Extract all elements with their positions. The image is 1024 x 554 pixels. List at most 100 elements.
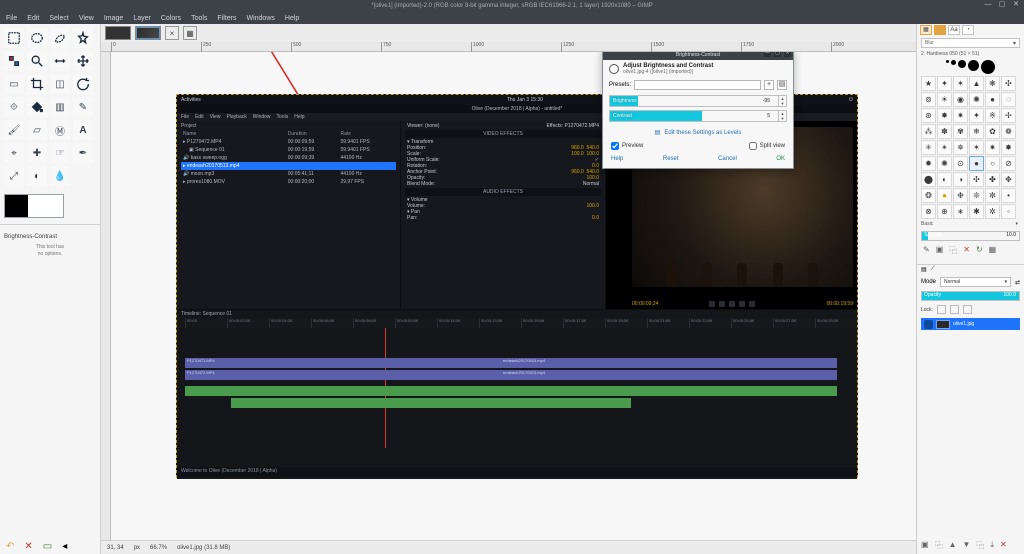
- layers-tab[interactable]: ▤: [921, 266, 927, 274]
- help-button[interactable]: Help: [611, 156, 623, 162]
- images-icon[interactable]: ▭: [43, 541, 52, 552]
- brightness-spinner[interactable]: ▲▼: [778, 96, 786, 106]
- delete-layer-icon[interactable]: ✕: [1000, 540, 1007, 551]
- ellipse-select-tool[interactable]: [27, 28, 47, 48]
- visibility-icon[interactable]: [924, 320, 933, 329]
- menu-tools[interactable]: Tools: [191, 15, 207, 22]
- blur-sharpen-tool[interactable]: 💧: [50, 166, 70, 186]
- lock-pixels-icon[interactable]: [937, 305, 946, 314]
- image-tab-close[interactable]: ×: [165, 26, 179, 40]
- gradient-tool[interactable]: ▥: [50, 97, 70, 117]
- bucket-fill-tool[interactable]: [27, 97, 47, 117]
- opacity-slider[interactable]: Opacity 100.0: [921, 291, 1020, 301]
- fg-bg-colors[interactable]: [4, 194, 64, 218]
- minimize-icon[interactable]: —: [984, 1, 992, 9]
- menu-view[interactable]: View: [79, 15, 94, 22]
- heal-tool[interactable]: ✚: [27, 143, 47, 163]
- patterns-tab[interactable]: [934, 25, 946, 35]
- fonts-tab[interactable]: Aa: [948, 25, 960, 35]
- by-color-tool[interactable]: [4, 51, 24, 71]
- brightness-slider[interactable]: Brightness -95 ▲▼: [609, 95, 787, 107]
- mypaint-brush-tool[interactable]: Ⓜ: [50, 120, 70, 140]
- brush-grid[interactable]: ★✦✶▲❋✣ ⊚☀◉✺●◌ ⊛✸✷✦※✢ ⁂✽✾❄✿❁ ✳✴✵✶✷✸ ✹✺⊙●○…: [917, 76, 1024, 219]
- menu-windows[interactable]: Windows: [246, 15, 274, 22]
- raise-layer-icon[interactable]: ▲: [949, 540, 957, 551]
- presets-manage-button[interactable]: ▤: [777, 80, 787, 90]
- new-layer-icon[interactable]: ▣: [921, 540, 929, 551]
- brush-size-presets[interactable]: [917, 58, 1024, 76]
- reset-button[interactable]: Reset: [663, 156, 679, 162]
- unified-transform-tool[interactable]: ◫: [50, 74, 70, 94]
- status-unit[interactable]: px: [134, 545, 140, 551]
- eraser-tool[interactable]: ▱: [27, 120, 47, 140]
- merge-layer-icon[interactable]: ⤓: [990, 540, 994, 551]
- new-brush-icon[interactable]: ▣: [936, 245, 944, 256]
- preview-checkbox[interactable]: Preview: [611, 142, 643, 150]
- close-icon[interactable]: ✕: [1012, 1, 1020, 9]
- refresh-brush-icon[interactable]: ↻: [976, 245, 983, 256]
- menu-file[interactable]: File: [6, 15, 17, 22]
- menu-layer[interactable]: Layer: [133, 15, 151, 22]
- cancel-button[interactable]: Cancel: [718, 156, 737, 162]
- spacing-slider[interactable]: Spacing 10.0: [921, 231, 1020, 241]
- rotate-tool[interactable]: [73, 74, 93, 94]
- split-view-checkbox[interactable]: Split view: [749, 142, 785, 150]
- menu-colors[interactable]: Colors: [161, 15, 181, 22]
- rect-select-tool[interactable]: [4, 28, 24, 48]
- crop-tool[interactable]: [27, 74, 47, 94]
- image-tab-2[interactable]: [135, 26, 161, 40]
- canvas[interactable]: Activities Thu Jan 3 15:30 ⏻ Olive (Dece…: [111, 52, 916, 540]
- contrast-spinner[interactable]: ▲▼: [778, 111, 786, 121]
- duplicate-layer-icon[interactable]: ⿻: [976, 540, 984, 551]
- warp-tool[interactable]: ⟐: [4, 97, 24, 117]
- presets-dropdown[interactable]: [634, 80, 761, 90]
- brush-filter-dropdown[interactable]: Blur: [921, 38, 1020, 48]
- edit-as-levels-link[interactable]: ▤ Edit these Settings as Levels: [603, 125, 793, 140]
- brushes-tab[interactable]: ▦: [920, 25, 932, 35]
- lock-position-icon[interactable]: [950, 305, 959, 314]
- dialog-minimize-icon[interactable]: —: [764, 52, 771, 57]
- mode-toggle-icon[interactable]: ⇄: [1015, 279, 1020, 286]
- dialog-maximize-icon[interactable]: ▢: [774, 52, 781, 57]
- image-tab-1[interactable]: [105, 26, 131, 40]
- undo-history-icon[interactable]: ↶: [6, 541, 14, 552]
- text-tool[interactable]: A: [73, 120, 93, 140]
- image-tab-menu[interactable]: ▦: [183, 26, 197, 40]
- dialog-close-icon[interactable]: ✕: [784, 52, 791, 57]
- zoom-tool[interactable]: [27, 51, 47, 71]
- move-tool[interactable]: [73, 51, 93, 71]
- duplicate-brush-icon[interactable]: ⿻: [949, 245, 957, 256]
- paintbrush-tool[interactable]: 🖌: [4, 120, 24, 140]
- contrast-slider[interactable]: Contrast 5 ▲▼: [609, 110, 787, 122]
- pencil-tool[interactable]: ✎: [73, 97, 93, 117]
- paths-tab[interactable]: ⟋: [931, 266, 935, 274]
- presets-add-button[interactable]: +: [764, 80, 774, 90]
- measure-tool[interactable]: [50, 51, 70, 71]
- history-tab[interactable]: ◔: [962, 25, 974, 35]
- maximize-icon[interactable]: ▢: [998, 1, 1006, 9]
- clone-tool[interactable]: ⌖: [4, 143, 24, 163]
- fuzzy-select-tool[interactable]: [73, 28, 93, 48]
- redo-history-icon[interactable]: ✕: [24, 541, 32, 552]
- menu-edit[interactable]: Edit: [27, 15, 39, 22]
- status-zoom[interactable]: 66.7%: [150, 545, 167, 551]
- menu-select[interactable]: Select: [49, 15, 68, 22]
- free-select-tool[interactable]: [50, 28, 70, 48]
- align-tool[interactable]: ▭: [4, 74, 24, 94]
- ok-button[interactable]: OK: [776, 156, 785, 162]
- path-tool[interactable]: ✒: [73, 143, 93, 163]
- lower-layer-icon[interactable]: ▼: [962, 540, 970, 551]
- delete-brush-icon[interactable]: ✕: [963, 245, 970, 256]
- menu-filters[interactable]: Filters: [217, 15, 236, 22]
- lock-alpha-icon[interactable]: [963, 305, 972, 314]
- dodge-burn-tool[interactable]: ◐: [27, 166, 47, 186]
- smudge-tool[interactable]: ☞: [50, 143, 70, 163]
- mode-dropdown[interactable]: Normal▾: [940, 277, 1011, 287]
- open-brush-icon[interactable]: ▦: [989, 245, 997, 256]
- layer-group-icon[interactable]: ⿻: [935, 540, 943, 551]
- color-picker-tool[interactable]: ⤢: [4, 166, 24, 186]
- layer-row[interactable]: olive1.jpg: [921, 318, 1020, 330]
- menu-image[interactable]: Image: [104, 15, 123, 22]
- edit-brush-icon[interactable]: ✎: [923, 245, 930, 256]
- tab-menu-icon[interactable]: ◂: [62, 541, 67, 552]
